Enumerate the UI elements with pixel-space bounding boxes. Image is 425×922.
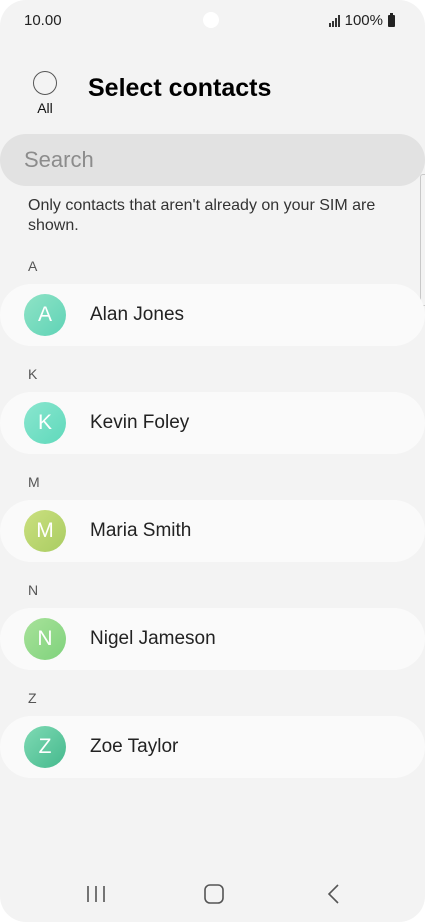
- back-button[interactable]: [314, 882, 354, 906]
- select-all-label: All: [37, 100, 53, 116]
- contact-row-maria-smith[interactable]: M Maria Smith: [0, 500, 425, 562]
- header: All Select contacts: [0, 60, 425, 120]
- battery-level: 100%: [344, 12, 383, 29]
- section-header-n: N: [28, 582, 39, 598]
- contact-row-alan-jones[interactable]: A Alan Jones: [0, 284, 425, 346]
- contact-name: Maria Smith: [90, 520, 192, 541]
- checkbox-circle-icon: [33, 71, 57, 95]
- contact-name: Kevin Foley: [90, 412, 190, 433]
- avatar: Z: [24, 726, 66, 768]
- scrollbar[interactable]: [420, 174, 425, 306]
- contact-row-nigel-jameson[interactable]: N Nigel Jameson: [0, 608, 425, 670]
- section-header-m: M: [28, 474, 40, 490]
- select-all-checkbox[interactable]: All: [24, 70, 66, 118]
- section-header-a: A: [28, 258, 38, 274]
- status-time: 10.00: [24, 12, 62, 29]
- contact-row-kevin-foley[interactable]: K Kevin Foley: [0, 392, 425, 454]
- status-indicators: 100%: [328, 12, 395, 29]
- avatar: N: [24, 618, 66, 660]
- contact-name: Alan Jones: [90, 304, 185, 325]
- battery-icon: [388, 12, 395, 27]
- search-input[interactable]: [24, 144, 384, 176]
- signal-icon: [328, 14, 340, 27]
- recents-icon: [87, 886, 105, 902]
- home-icon: [204, 884, 224, 904]
- avatar: K: [24, 402, 66, 444]
- phone-screen: 10.00 100% All Select contacts Only cont…: [0, 0, 425, 922]
- home-button[interactable]: [194, 882, 234, 906]
- page-title: Select contacts: [88, 74, 272, 102]
- camera-cutout: [203, 12, 219, 28]
- status-bar: 10.00 100%: [0, 0, 425, 40]
- contact-row-zoe-taylor[interactable]: Z Zoe Taylor: [0, 716, 425, 778]
- navigation-bar: [0, 872, 425, 916]
- section-header-k: K: [28, 366, 38, 382]
- search-bar[interactable]: [0, 134, 425, 186]
- contact-name: Zoe Taylor: [90, 736, 179, 757]
- sim-notice-text: Only contacts that aren't already on you…: [28, 197, 376, 234]
- avatar: A: [24, 294, 66, 336]
- section-header-z: Z: [28, 690, 37, 706]
- recents-button[interactable]: [76, 882, 116, 906]
- back-icon: [327, 884, 339, 904]
- contact-name: Nigel Jameson: [90, 628, 216, 649]
- avatar: M: [24, 510, 66, 552]
